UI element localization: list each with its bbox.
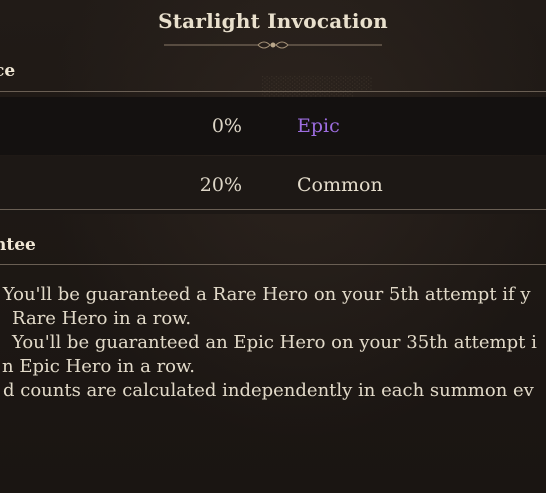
rate-grade: Common xyxy=(297,174,383,196)
guarantee-notes: : You'll be guaranteed a Rare Hero on yo… xyxy=(0,283,546,403)
guarantee-line: n Epic Hero in a row. xyxy=(2,356,196,377)
divider xyxy=(0,91,546,92)
section-header-rates: ce xyxy=(0,61,16,81)
guarantee-line: Rare Hero in a row. xyxy=(12,308,192,329)
guarantee-line: : You'll be guaranteed a Rare Hero on yo… xyxy=(0,284,531,305)
title-ornament xyxy=(164,41,382,49)
panel-title: Starlight Invocation xyxy=(158,9,388,33)
rate-row: 0% Epic xyxy=(0,97,546,155)
section-header-guarantee: ntee xyxy=(0,235,36,255)
rate-percent: 0% xyxy=(211,115,242,137)
guarantee-line: You'll be guaranteed an Epic Hero on you… xyxy=(12,332,537,353)
rate-percent: 20% xyxy=(199,174,242,196)
divider xyxy=(0,264,546,265)
summon-rates-panel: Starlight Invocation ░░░░░░░░░░░░░░░░░░░… xyxy=(0,0,546,493)
rate-row: 20% Common xyxy=(0,156,546,214)
divider xyxy=(0,209,546,210)
rate-grade: Epic xyxy=(297,115,340,137)
guarantee-line: d counts are calculated independently in… xyxy=(3,380,534,401)
